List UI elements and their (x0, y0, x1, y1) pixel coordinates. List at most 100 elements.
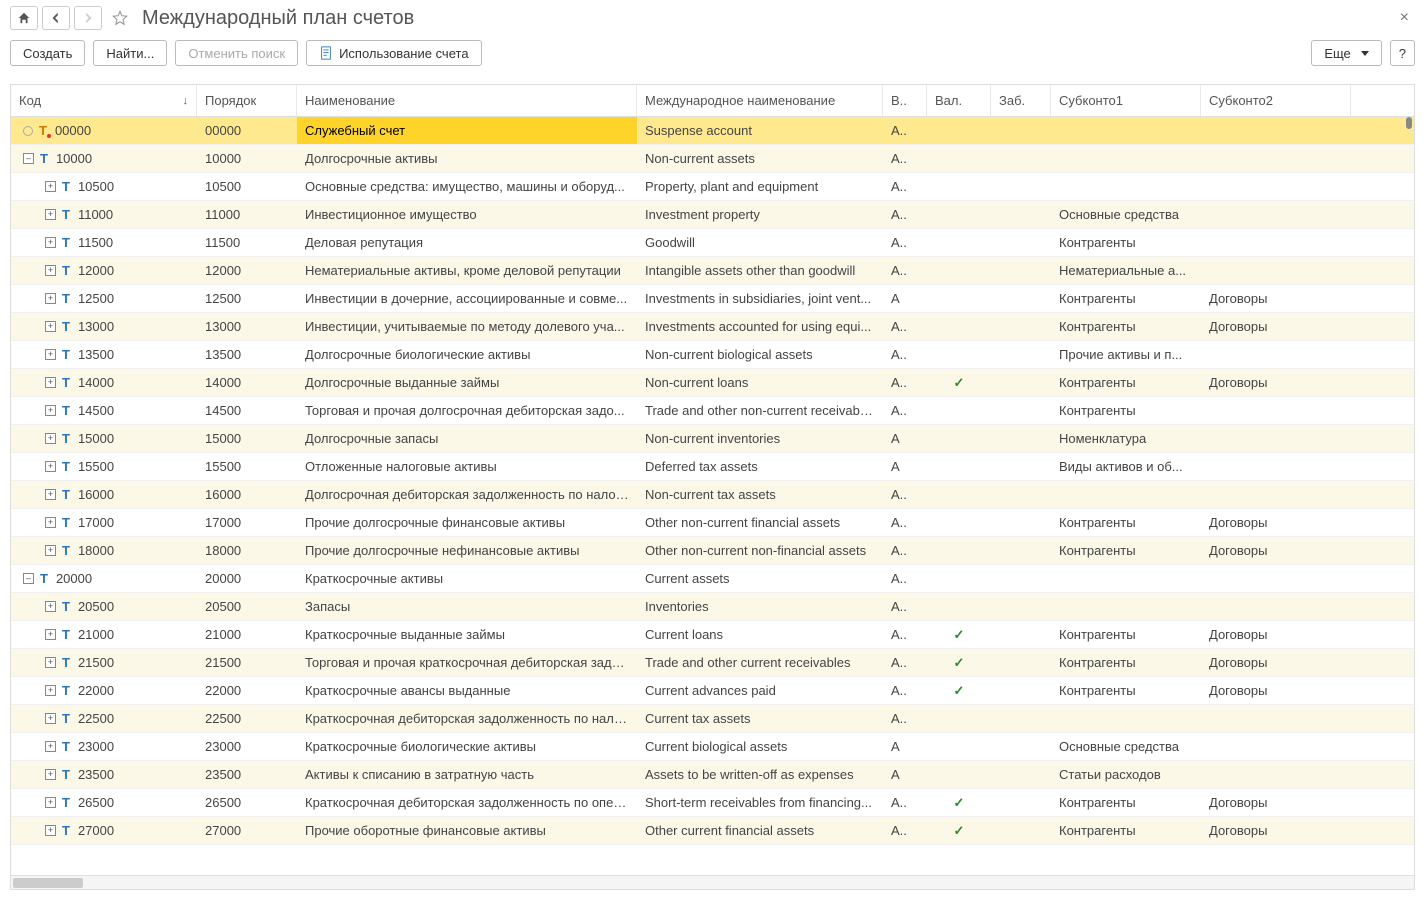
favorite-button[interactable] (106, 6, 134, 30)
expand-icon[interactable]: + (45, 769, 56, 780)
table-row[interactable]: +T1150011500Деловая репутацияGoodwillА..… (11, 229, 1414, 257)
col-val[interactable]: Вал. (927, 85, 991, 116)
expand-icon[interactable]: + (45, 321, 56, 332)
vscroll-thumb[interactable] (1406, 117, 1412, 129)
expand-icon[interactable]: + (45, 517, 56, 528)
table-row[interactable]: +T2700027000Прочие оборотные финансовые … (11, 817, 1414, 845)
expand-icon[interactable]: + (45, 209, 56, 220)
table-row[interactable]: +T1800018000Прочие долгосрочные нефинанс… (11, 537, 1414, 565)
expand-icon[interactable]: + (45, 237, 56, 248)
horizontal-scrollbar[interactable] (11, 875, 1414, 889)
table-row[interactable]: +T1300013000Инвестиции, учитываемые по м… (11, 313, 1414, 341)
cell-code: 12000 (78, 263, 114, 278)
cell-v: А.. (883, 537, 927, 564)
cell-sub1: Виды активов и об... (1051, 453, 1201, 480)
check-icon: ✓ (935, 683, 983, 699)
table-row[interactable]: +T1600016000Долгосрочная дебиторская зад… (11, 481, 1414, 509)
collapse-icon[interactable]: – (23, 153, 34, 164)
col-code[interactable]: Код↓ (11, 85, 197, 116)
table-row[interactable]: +T2300023000Краткосрочные биологические … (11, 733, 1414, 761)
table-row[interactable]: T0000000000Служебный счетSuspense accoun… (11, 117, 1414, 145)
table-row[interactable]: +T2250022500Краткосрочная дебиторская за… (11, 705, 1414, 733)
table-row[interactable]: +T1700017000Прочие долгосрочные финансов… (11, 509, 1414, 537)
account-usage-button[interactable]: Использование счета (306, 40, 481, 66)
cell-sub2: Договоры (1201, 313, 1351, 340)
expand-icon[interactable]: + (45, 489, 56, 500)
table-row[interactable]: +T1100011000Инвестиционное имуществоInve… (11, 201, 1414, 229)
help-button[interactable]: ? (1390, 40, 1415, 66)
col-sub2[interactable]: Субконто2 (1201, 85, 1351, 116)
close-button[interactable]: × (1394, 9, 1415, 27)
check-icon: ✓ (935, 655, 983, 671)
cell-sub2: Договоры (1201, 677, 1351, 704)
expand-icon[interactable]: + (45, 713, 56, 724)
account-type-icon: T (40, 151, 48, 166)
table-row[interactable]: +T1550015500Отложенные налоговые активыD… (11, 453, 1414, 481)
forward-button[interactable] (74, 6, 102, 30)
col-v[interactable]: В.. (883, 85, 927, 116)
table-row[interactable]: +T1050010500Основные средства: имущество… (11, 173, 1414, 201)
table-row[interactable]: +T1350013500Долгосрочные биологические а… (11, 341, 1414, 369)
expand-icon[interactable]: + (45, 601, 56, 612)
expand-icon[interactable]: + (45, 265, 56, 276)
vertical-scrollbar[interactable] (1406, 117, 1412, 875)
find-button[interactable]: Найти... (93, 40, 167, 66)
table-row[interactable]: –T2000020000Краткосрочные активыCurrent … (11, 565, 1414, 593)
table-row[interactable]: +T1400014000Долгосрочные выданные займыN… (11, 369, 1414, 397)
table-row[interactable]: +T1200012000Нематериальные активы, кроме… (11, 257, 1414, 285)
cell-code: 11500 (78, 235, 113, 250)
col-zab[interactable]: Заб. (991, 85, 1051, 116)
account-type-icon: T (62, 179, 70, 194)
cell-val (927, 397, 991, 424)
account-type-icon: T (62, 487, 70, 502)
expand-icon[interactable]: + (45, 349, 56, 360)
expand-icon[interactable]: + (45, 685, 56, 696)
cancel-search-button[interactable]: Отменить поиск (175, 40, 298, 66)
table-row[interactable]: +T2050020500ЗапасыInventoriesА.. (11, 593, 1414, 621)
accounts-grid: Код↓ Порядок Наименование Международное … (10, 84, 1415, 890)
col-intl[interactable]: Международное наименование (637, 85, 883, 116)
expand-icon[interactable]: + (45, 377, 56, 388)
table-row[interactable]: –T1000010000Долгосрочные активыNon-curre… (11, 145, 1414, 173)
expand-icon[interactable]: + (45, 545, 56, 556)
table-row[interactable]: +T2100021000Краткосрочные выданные займы… (11, 621, 1414, 649)
cell-code: 13000 (78, 319, 114, 334)
expand-icon[interactable]: + (45, 657, 56, 668)
table-row[interactable]: +T2350023500Активы к списанию в затратну… (11, 761, 1414, 789)
expand-icon[interactable]: + (45, 181, 56, 192)
cell-intl: Other current financial assets (637, 817, 883, 844)
col-sub1[interactable]: Субконто1 (1051, 85, 1201, 116)
table-row[interactable]: +T2650026500Краткосрочная дебиторская за… (11, 789, 1414, 817)
cell-v: А (883, 285, 927, 312)
home-button[interactable] (10, 6, 38, 30)
table-row[interactable]: +T2200022000Краткосрочные авансы выданны… (11, 677, 1414, 705)
cell-order: 15000 (197, 425, 297, 452)
expand-icon[interactable]: + (45, 741, 56, 752)
col-order[interactable]: Порядок (197, 85, 297, 116)
expand-icon[interactable]: + (45, 825, 56, 836)
cell-order: 20000 (197, 565, 297, 592)
table-row[interactable]: +T1250012500Инвестиции в дочерние, ассоц… (11, 285, 1414, 313)
expand-icon[interactable]: + (45, 433, 56, 444)
expand-icon[interactable]: + (45, 797, 56, 808)
table-row[interactable]: +T1450014500Торговая и прочая долгосрочн… (11, 397, 1414, 425)
hscroll-thumb[interactable] (13, 878, 83, 888)
create-button[interactable]: Создать (10, 40, 85, 66)
cell-zab (991, 733, 1051, 760)
col-name[interactable]: Наименование (297, 85, 637, 116)
expand-icon[interactable]: + (45, 293, 56, 304)
more-button[interactable]: Еще (1311, 40, 1381, 66)
expand-icon[interactable]: + (45, 629, 56, 640)
table-row[interactable]: +T1500015000Долгосрочные запасыNon-curre… (11, 425, 1414, 453)
cell-intl: Non-current loans (637, 369, 883, 396)
cell-sub1: Основные средства (1051, 201, 1201, 228)
grid-body[interactable]: T0000000000Служебный счетSuspense accoun… (11, 117, 1414, 875)
expand-icon[interactable]: + (45, 405, 56, 416)
cell-code: 22500 (78, 711, 114, 726)
cell-sub1: Контрагенты (1051, 313, 1201, 340)
cell-sub2 (1201, 117, 1351, 144)
table-row[interactable]: +T2150021500Торговая и прочая краткосроч… (11, 649, 1414, 677)
expand-icon[interactable]: + (45, 461, 56, 472)
back-button[interactable] (42, 6, 70, 30)
collapse-icon[interactable]: – (23, 573, 34, 584)
